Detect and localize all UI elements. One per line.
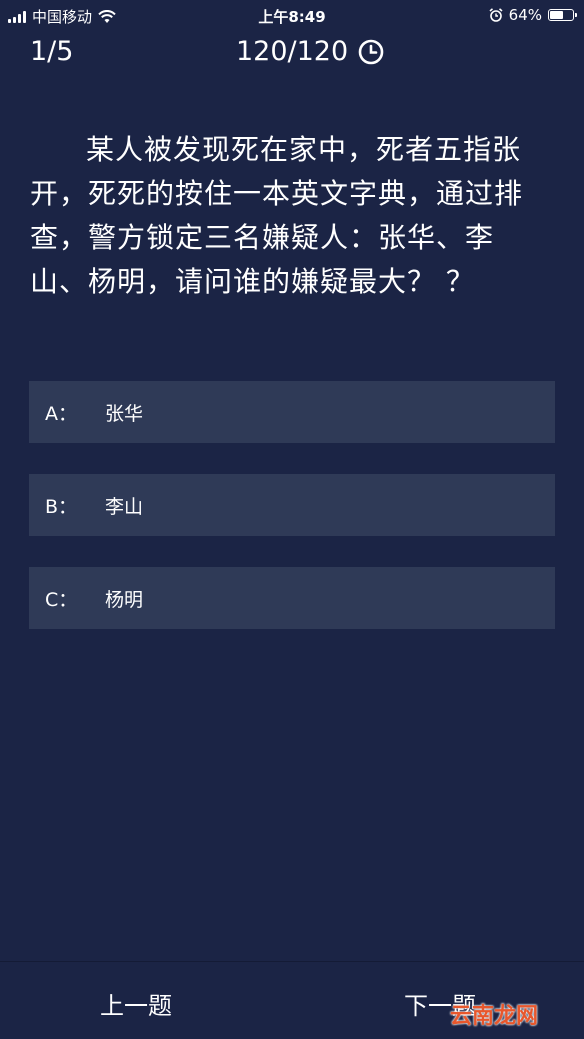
timer-value: 120/120 — [236, 36, 349, 67]
option-label: 张华 — [105, 402, 144, 425]
status-right: 64% — [489, 6, 577, 24]
option-c[interactable]: C： 杨明 — [29, 567, 555, 629]
watermark-logo: 云南龙网 — [450, 1004, 539, 1029]
option-label: 杨明 — [105, 588, 144, 611]
question-text: 某人被发现死在家中，死者五指张开，死死的按住一本英文字典，通过排查，警方锁定三名… — [30, 133, 524, 298]
clock-icon — [358, 39, 384, 64]
prev-question-button[interactable]: 上一题 — [100, 986, 172, 1021]
battery-icon — [548, 9, 577, 21]
alarm-icon — [489, 8, 503, 22]
option-a[interactable]: A： 张华 — [29, 381, 555, 443]
battery-percent: 64% — [508, 6, 542, 24]
countdown-timer: 120/120 — [236, 36, 384, 67]
option-key: A： — [45, 402, 77, 425]
battery-fill — [550, 11, 563, 19]
status-bar: 中国移动 上午8:49 64% — [0, 0, 584, 30]
bottom-nav: 上一题 下一题 云南龙网 — [0, 961, 584, 1039]
option-key: C： — [45, 588, 78, 611]
question-progress: 1/5 — [30, 36, 74, 67]
option-key: B： — [45, 495, 78, 518]
option-b[interactable]: B： 李山 — [29, 474, 555, 536]
option-label: 李山 — [105, 495, 144, 518]
